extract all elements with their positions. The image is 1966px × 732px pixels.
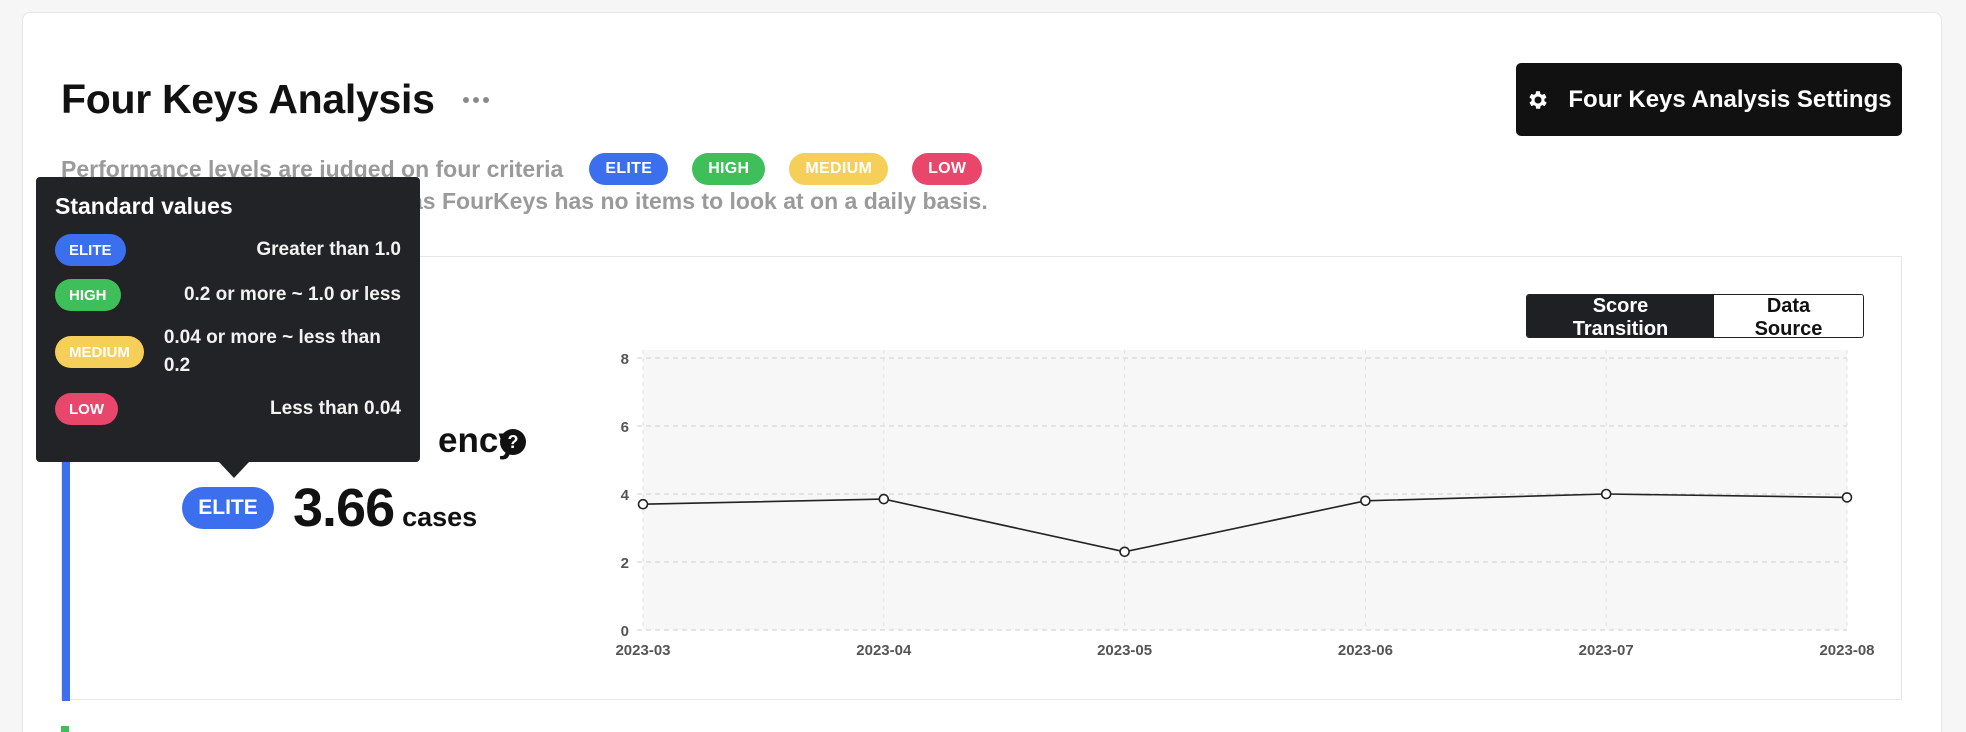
tooltip-elite-chip: ELITE bbox=[55, 234, 126, 266]
title-row: Four Keys Analysis bbox=[61, 76, 491, 123]
gear-icon bbox=[1529, 90, 1548, 109]
y-tick-label: 4 bbox=[621, 487, 630, 504]
data-point bbox=[1841, 492, 1853, 503]
page-title: Four Keys Analysis bbox=[61, 76, 435, 122]
medium-chip[interactable]: MEDIUM bbox=[789, 153, 889, 185]
tooltip-medium-chip: MEDIUM bbox=[55, 336, 144, 368]
next-card-accent bbox=[61, 726, 69, 732]
data-point bbox=[637, 498, 649, 510]
tooltip-row-low: LOW Less than 0.04 bbox=[55, 393, 401, 425]
standard-values-tooltip: Standard values ELITE Greater than 1.0 H… bbox=[36, 177, 420, 478]
y-tick-label: 6 bbox=[621, 419, 629, 436]
tooltip-medium-text: 0.04 or more ~ less than 0.2 bbox=[163, 327, 381, 376]
y-tick-label: 2 bbox=[621, 555, 629, 572]
x-tick-label: 2023-07 bbox=[1579, 642, 1634, 659]
plot-background bbox=[643, 350, 1847, 630]
y-tick-label: 0 bbox=[621, 623, 629, 640]
tooltip-elite-text: Greater than 1.0 bbox=[256, 239, 401, 260]
tooltip-row-elite: ELITE Greater than 1.0 bbox=[55, 234, 401, 266]
x-tick-label: 2023-06 bbox=[1338, 642, 1393, 659]
settings-button-label: Four Keys Analysis Settings bbox=[1568, 85, 1892, 113]
x-tick-label: 2023-04 bbox=[856, 642, 912, 659]
tooltip-high-chip: HIGH bbox=[55, 279, 121, 311]
high-chip[interactable]: HIGH bbox=[692, 153, 766, 185]
y-tick-label: 8 bbox=[621, 351, 629, 368]
settings-button[interactable]: Four Keys Analysis Settings bbox=[1516, 63, 1902, 136]
data-point bbox=[1119, 546, 1130, 558]
tooltip-high-text: 0.2 or more ~ 1.0 or less bbox=[183, 284, 401, 305]
daily-note-text: as FourKeys has no items to look at on a… bbox=[410, 188, 988, 214]
x-tick-label: 2023-03 bbox=[615, 642, 670, 659]
tooltip-low-text: Less than 0.04 bbox=[270, 398, 401, 419]
tooltip-low-chip: LOW bbox=[55, 393, 118, 425]
tooltip-title: Standard values bbox=[55, 193, 233, 219]
x-tick-label: 2023-08 bbox=[1819, 642, 1874, 659]
data-point bbox=[1360, 495, 1371, 507]
tooltip-row-high: HIGH 0.2 or more ~ 1.0 or less bbox=[55, 279, 401, 311]
data-point bbox=[878, 493, 890, 505]
x-tick-label: 2023-05 bbox=[1097, 642, 1152, 659]
elite-chip[interactable]: ELITE bbox=[589, 153, 669, 185]
more-options-icon[interactable] bbox=[461, 91, 491, 109]
data-point bbox=[1600, 488, 1612, 500]
tooltip-row-medium: MEDIUM 0.04 or more ~ less than 0.2 bbox=[55, 324, 401, 380]
low-chip[interactable]: LOW bbox=[912, 153, 983, 185]
